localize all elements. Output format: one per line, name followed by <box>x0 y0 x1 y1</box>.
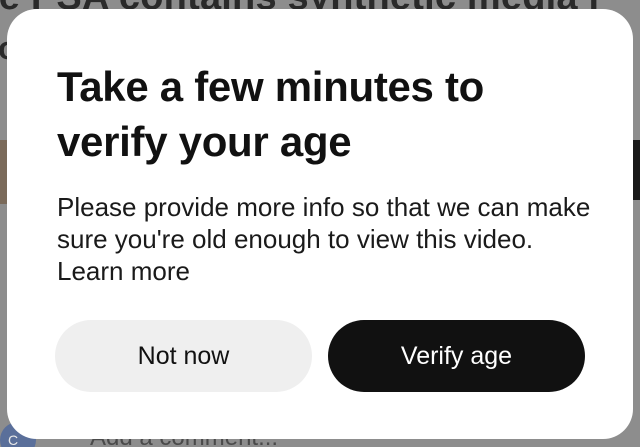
not-now-button[interactable]: Not now <box>55 320 312 392</box>
dialog-title: Take a few minutes to verify your age <box>57 63 485 165</box>
dialog-body: Please provide more info so that we can … <box>57 191 597 287</box>
verify-age-button[interactable]: Verify age <box>328 320 585 392</box>
dialog-body-text: Please provide more info so that we can … <box>57 192 591 254</box>
dialog-actions: Not now Verify age <box>55 320 585 392</box>
age-verification-dialog: Take a few minutes to verify your age Pl… <box>7 9 633 439</box>
learn-more-link[interactable]: Learn more <box>57 256 190 286</box>
